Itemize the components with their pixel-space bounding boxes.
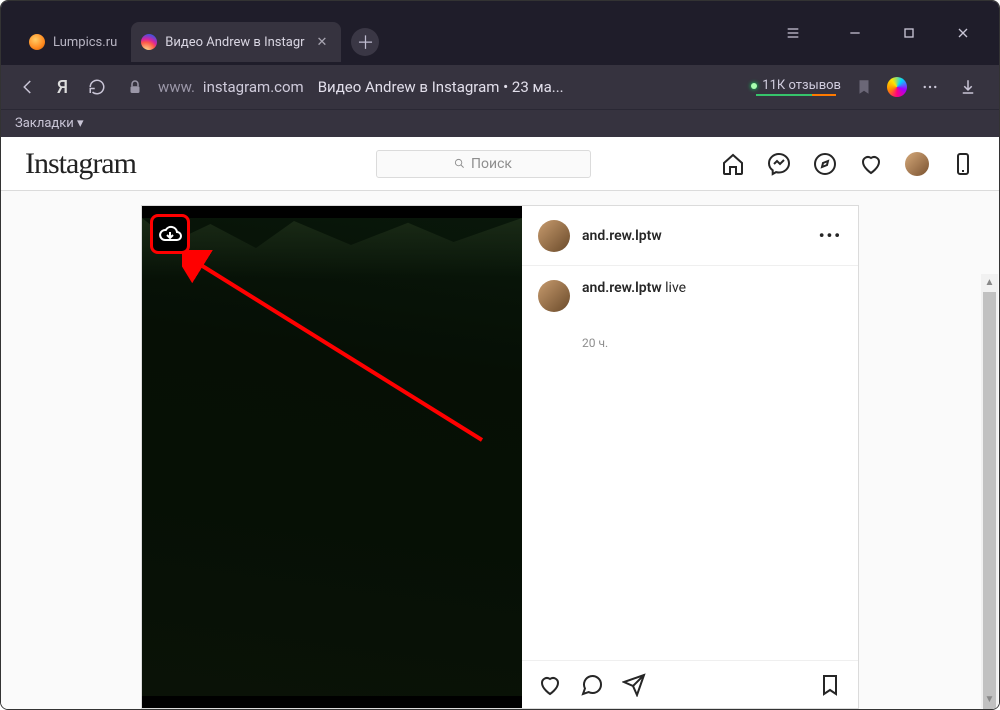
bookmarks-menu[interactable]: Закладки ▾ [15, 116, 84, 131]
search-icon [454, 158, 465, 169]
instagram-nav [721, 152, 975, 176]
instagram-header: Instagram Поиск [1, 137, 999, 191]
tab-strip: Lumpics.ru Видео Andrew в Instagr ✕ ＋ [1, 1, 779, 65]
post-timestamp: 20 ч. [522, 336, 858, 350]
tab-instagram[interactable]: Видео Andrew в Instagr ✕ [131, 22, 341, 62]
favicon-instagram-icon [141, 34, 157, 50]
post-header: and.rew.lptw ••• [522, 206, 858, 266]
reviews-underline [756, 94, 836, 96]
save-button[interactable] [818, 673, 842, 697]
share-button[interactable] [622, 673, 646, 697]
download-video-button[interactable] [150, 214, 190, 254]
close-tab-icon[interactable]: ✕ [317, 35, 328, 50]
close-window-button[interactable] [949, 19, 977, 47]
post-sidebar: and.rew.lptw ••• and.rew.lptw live 20 ч. [522, 206, 858, 708]
scroll-up-icon[interactable]: ▲ [981, 274, 998, 291]
post-actions [522, 660, 858, 708]
home-icon[interactable] [721, 152, 745, 176]
url-host-prefix: www. [158, 78, 195, 96]
maximize-button[interactable] [895, 19, 923, 47]
titlebar: Lumpics.ru Видео Andrew в Instagr ✕ ＋ [1, 1, 999, 65]
lock-icon[interactable] [120, 72, 150, 102]
extension-savefrom-icon[interactable] [887, 77, 907, 97]
bookmark-icon[interactable] [849, 72, 879, 102]
caption-avatar[interactable] [538, 280, 570, 312]
minimize-button[interactable] [841, 19, 869, 47]
search-placeholder: Поиск [471, 156, 512, 172]
profile-avatar[interactable] [905, 152, 929, 176]
downloads-icon[interactable] [953, 72, 983, 102]
url-field[interactable]: www. instagram.com Видео Andrew в Instagr… [158, 78, 733, 96]
author-username[interactable]: and.rew.lptw [582, 228, 662, 244]
scroll-down-icon[interactable]: ▼ [981, 691, 998, 708]
window-controls [779, 1, 999, 65]
instagram-logo[interactable]: Instagram [25, 147, 245, 181]
caption-username[interactable]: and.rew.lptw [582, 280, 662, 296]
search-input[interactable]: Поиск [376, 150, 591, 178]
reviews-text: 11К отзывов [762, 78, 841, 93]
reload-button[interactable] [82, 72, 112, 102]
messenger-icon[interactable] [767, 152, 791, 176]
post-more-icon[interactable]: ••• [819, 226, 842, 245]
video-media[interactable] [142, 206, 522, 708]
annotation-arrow [182, 250, 492, 450]
browser-window: Lumpics.ru Видео Andrew в Instagr ✕ ＋ Я … [0, 0, 1000, 710]
reviews-indicator[interactable]: 11К отзывов [751, 78, 841, 96]
scrollbar[interactable]: ▲ ▼ [981, 274, 998, 708]
comment-button[interactable] [580, 673, 604, 697]
tab-title: Видео Andrew в Instagr [165, 35, 304, 50]
back-button[interactable] [13, 72, 43, 102]
post: and.rew.lptw ••• and.rew.lptw live 20 ч. [141, 205, 859, 709]
post-area: and.rew.lptw ••• and.rew.lptw live 20 ч. [1, 191, 999, 709]
bookmarks-bar: Закладки ▾ [1, 109, 999, 137]
cloud-download-icon [158, 222, 182, 246]
new-tab-button[interactable]: ＋ [351, 28, 379, 56]
like-button[interactable] [538, 673, 562, 697]
page-content: Instagram Поиск [1, 137, 999, 709]
tab-title: Lumpics.ru [53, 35, 117, 50]
scrollbar-thumb[interactable] [983, 292, 996, 709]
explore-icon[interactable] [813, 152, 837, 176]
heart-icon[interactable] [859, 152, 883, 176]
yandex-home-button[interactable]: Я [57, 77, 68, 98]
address-bar: Я www. instagram.com Видео Andrew в Insta… [1, 65, 999, 109]
hamburger-menu-icon[interactable] [779, 19, 807, 47]
caption-text: live [665, 280, 686, 296]
url-title-suffix: Видео Andrew в Instagram • 23 ма... [318, 78, 564, 96]
reviews-dot-icon [751, 83, 757, 89]
url-host: instagram.com [203, 78, 304, 96]
more-menu-icon[interactable] [915, 72, 945, 102]
mobile-icon[interactable] [951, 152, 975, 176]
favicon-orange-icon [29, 34, 45, 50]
author-avatar[interactable] [538, 220, 570, 252]
tab-lumpics[interactable]: Lumpics.ru [19, 22, 131, 62]
post-caption: and.rew.lptw live [522, 266, 858, 326]
